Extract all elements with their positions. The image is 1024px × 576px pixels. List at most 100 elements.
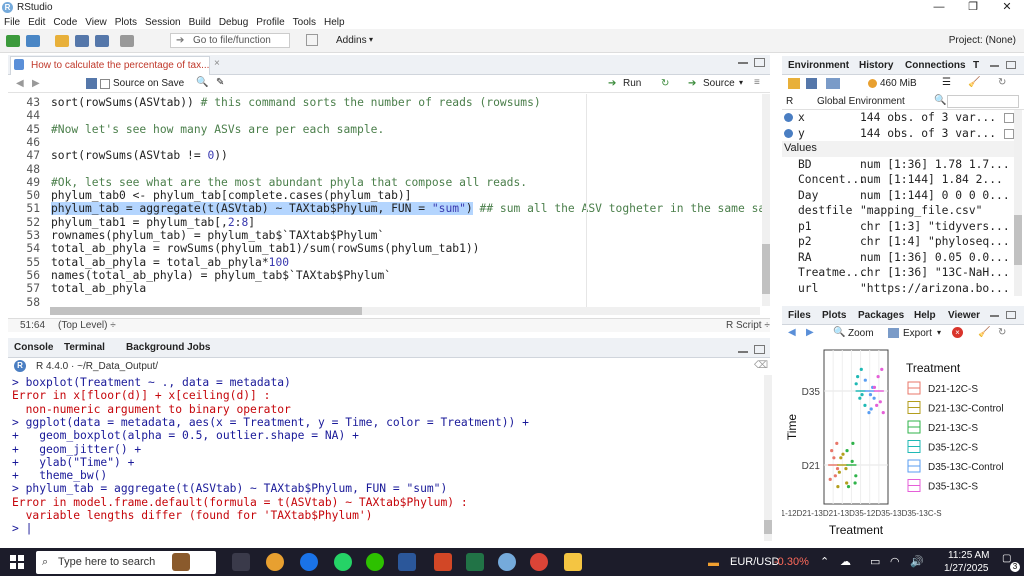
- menu-debug[interactable]: Debug: [215, 17, 252, 28]
- menu-edit[interactable]: Edit: [24, 17, 49, 28]
- powerpoint-icon[interactable]: [434, 553, 452, 571]
- maximize-pane-icon[interactable]: [754, 58, 765, 67]
- maximize-pane-icon[interactable]: [1006, 311, 1016, 319]
- scope-selector[interactable]: Global Environment: [817, 96, 905, 107]
- console-prompt[interactable]: > |: [12, 522, 32, 535]
- minimize-pane-icon[interactable]: [738, 62, 748, 64]
- menu-code[interactable]: Code: [49, 17, 81, 28]
- task-view-icon[interactable]: [232, 553, 250, 571]
- console-output[interactable]: > boxplot(Treatment ~ ., data = metadata…: [8, 375, 764, 543]
- menu-plots[interactable]: Plots: [111, 17, 141, 28]
- new-file-icon[interactable]: [6, 34, 20, 47]
- rerun-icon[interactable]: ↻: [661, 78, 669, 89]
- tab-console[interactable]: Console: [14, 342, 53, 353]
- save-all-icon[interactable]: [95, 34, 109, 47]
- env-row[interactable]: x 144 obs. of 3 var...: [782, 110, 1014, 126]
- file-explorer-icon[interactable]: [564, 553, 582, 571]
- app-icon[interactable]: [266, 553, 284, 571]
- scope-selector[interactable]: (Top Level) ÷: [58, 320, 116, 331]
- zoom-button[interactable]: Zoom: [848, 328, 874, 339]
- edge-icon[interactable]: [300, 553, 318, 571]
- scroll-thumb[interactable]: [764, 520, 772, 534]
- word-icon[interactable]: [398, 553, 416, 571]
- chevron-down-icon[interactable]: ▾: [739, 78, 743, 87]
- wifi-icon[interactable]: ◠: [890, 555, 900, 568]
- menu-build[interactable]: Build: [185, 17, 215, 28]
- windows-start-icon[interactable]: [10, 555, 24, 569]
- outline-icon[interactable]: ≡: [754, 77, 760, 88]
- load-workspace-icon[interactable]: [788, 78, 800, 89]
- scroll-thumb[interactable]: [762, 244, 770, 294]
- maximize-pane-icon[interactable]: [754, 345, 765, 354]
- close-tab-icon[interactable]: ×: [214, 58, 220, 69]
- forward-icon[interactable]: ▶: [32, 78, 40, 89]
- tab-connections[interactable]: Connections: [905, 60, 966, 71]
- view-table-icon[interactable]: [1004, 113, 1014, 123]
- search-icon[interactable]: 🔍: [934, 95, 946, 106]
- tab-viewer[interactable]: Viewer: [948, 310, 980, 321]
- env-row[interactable]: RA num [1:36] 0.05 0.0...: [782, 250, 1014, 266]
- minimize-pane-icon[interactable]: [990, 315, 999, 317]
- env-row[interactable]: p2 chr [1:4] "phyloseq...: [782, 234, 1014, 250]
- menu-file[interactable]: File: [0, 17, 24, 28]
- clock-date[interactable]: 1/27/2025: [944, 563, 989, 574]
- excel-icon[interactable]: [466, 553, 484, 571]
- tab-background-jobs[interactable]: Background Jobs: [126, 342, 210, 353]
- addins-menu[interactable]: Addins: [336, 35, 367, 46]
- env-row[interactable]: Day num [1:144] 0 0 0 0...: [782, 188, 1014, 204]
- expand-icon[interactable]: [784, 113, 793, 122]
- wechat-icon[interactable]: [366, 553, 384, 571]
- env-row[interactable]: p1 chr [1:3] "tidyvers...: [782, 219, 1014, 235]
- back-icon[interactable]: ◀: [16, 78, 24, 89]
- editor-vertical-scrollbar[interactable]: [762, 94, 770, 306]
- tab-terminal[interactable]: Terminal: [64, 342, 105, 353]
- project-menu[interactable]: Project: (None): [949, 35, 1016, 46]
- env-row[interactable]: y 144 obs. of 3 var...: [782, 126, 1014, 142]
- previous-plot-icon[interactable]: ◀: [788, 327, 796, 338]
- battery-icon[interactable]: ▭: [870, 555, 880, 568]
- refresh-icon[interactable]: ↻: [998, 327, 1006, 338]
- save-workspace-icon[interactable]: [806, 78, 817, 89]
- list-view-icon[interactable]: ☰: [942, 77, 951, 88]
- editor-horizontal-scrollbar[interactable]: [50, 307, 760, 315]
- wand-icon[interactable]: ✎: [216, 77, 224, 88]
- save-icon[interactable]: [75, 34, 89, 47]
- tab-tutorial[interactable]: T: [973, 60, 979, 71]
- print-icon[interactable]: [120, 34, 134, 47]
- menu-view[interactable]: View: [81, 17, 111, 28]
- run-button[interactable]: Run: [623, 78, 641, 89]
- broom-icon[interactable]: 🧹: [978, 327, 990, 338]
- goto-file-input[interactable]: Go to file/function: [170, 33, 290, 48]
- network-icon[interactable]: ☁: [840, 555, 851, 568]
- clock-time[interactable]: 11:25 AM: [948, 550, 990, 561]
- file-type-selector[interactable]: R Script ÷: [726, 320, 770, 331]
- scroll-thumb[interactable]: [50, 307, 362, 315]
- tab-files[interactable]: Files: [788, 310, 811, 321]
- maximize-pane-icon[interactable]: [1006, 61, 1016, 69]
- tray-chevron-icon[interactable]: ⌃: [820, 555, 829, 568]
- language-selector[interactable]: R: [786, 96, 793, 107]
- clear-console-icon[interactable]: ⌫: [754, 360, 768, 371]
- search-icon[interactable]: 🔍: [196, 77, 208, 88]
- expand-icon[interactable]: [784, 128, 793, 138]
- code-editor[interactable]: 43 sort(rowSums(ASVtab)) # this command s…: [8, 94, 764, 310]
- menu-help[interactable]: Help: [320, 17, 349, 28]
- maximize-button[interactable]: ❐: [956, 0, 990, 15]
- tab-packages[interactable]: Packages: [858, 310, 904, 321]
- save-icon[interactable]: [86, 78, 97, 89]
- broom-icon[interactable]: 🧹: [968, 77, 980, 88]
- view-table-icon[interactable]: [1004, 128, 1014, 139]
- menu-session[interactable]: Session: [141, 17, 185, 28]
- tab-environment[interactable]: Environment: [788, 60, 849, 71]
- tab-history[interactable]: History: [859, 60, 893, 71]
- environment-scrollbar[interactable]: [1014, 110, 1022, 296]
- whatsapp-icon[interactable]: [334, 553, 352, 571]
- grid-layout-icon[interactable]: [306, 34, 318, 46]
- env-row[interactable]: Treatme... chr [1:36] "13C-NaH...: [782, 265, 1014, 281]
- ticker-symbol[interactable]: EUR/USD: [730, 556, 780, 568]
- minimize-button[interactable]: —: [922, 0, 956, 15]
- notification-icon[interactable]: ▢: [1002, 553, 1011, 564]
- new-project-icon[interactable]: [26, 34, 40, 47]
- next-plot-icon[interactable]: ▶: [806, 327, 814, 338]
- export-button[interactable]: Export: [903, 328, 932, 339]
